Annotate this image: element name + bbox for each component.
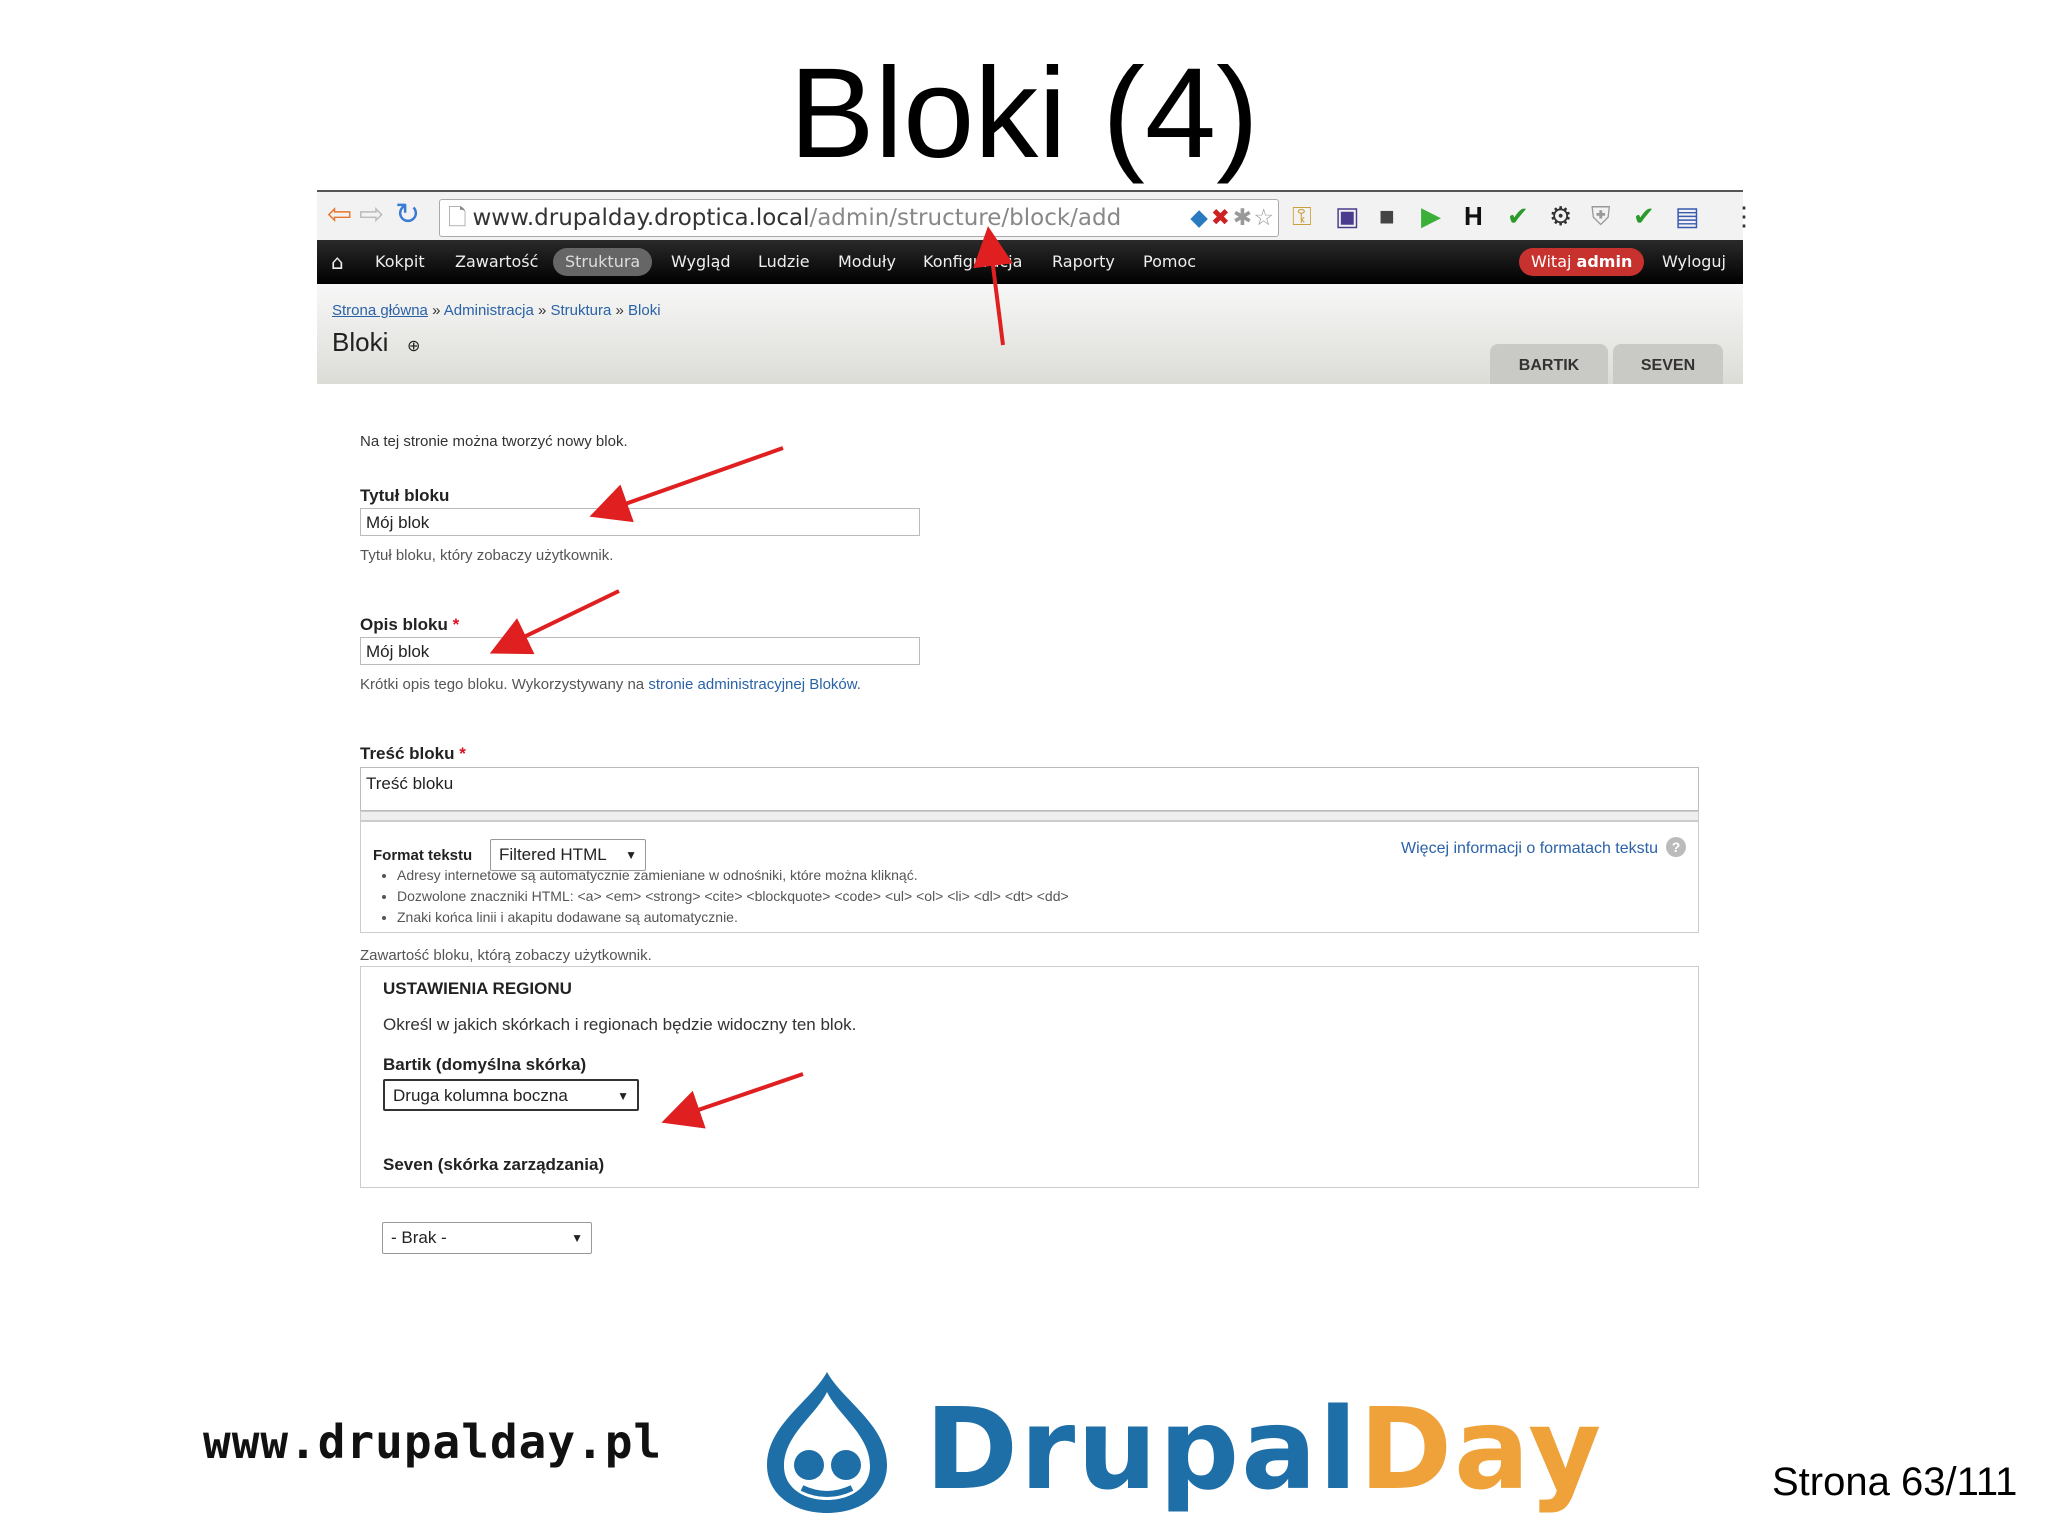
logo-word-day: Day: [1359, 1385, 1604, 1515]
drupalday-logo-text: DrupalDay: [925, 1385, 1603, 1515]
slide-title: Bloki (4): [789, 42, 1259, 185]
arrow-block-description: [489, 589, 620, 655]
arrow-url: [973, 226, 1013, 346]
footer-url: www.drupalday.pl: [203, 1415, 663, 1469]
annotation-arrows: [489, 226, 1013, 1129]
drupal-drop-logo: [767, 1372, 887, 1513]
browser-screenshot: ⇦ ⇨ ↻ 🗋 www.drupalday.droptica.local/admi…: [317, 190, 1757, 1300]
logo-word-drupal: Drupal: [925, 1385, 1360, 1515]
arrow-region: [661, 1072, 804, 1129]
page-number: Strona 63/111: [1772, 1460, 2018, 1504]
arrow-block-title: [589, 446, 784, 523]
